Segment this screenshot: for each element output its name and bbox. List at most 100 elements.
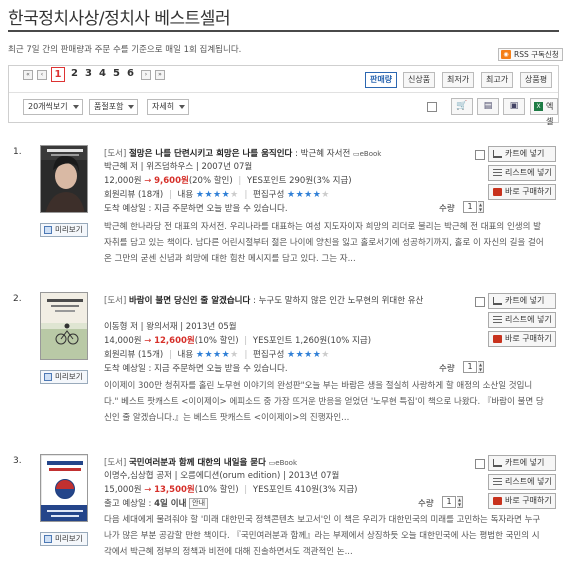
discount-rate: (20% 할인) (188, 176, 233, 186)
first-page-button[interactable]: « (23, 70, 33, 80)
list-icon (493, 478, 502, 486)
content-rating-label: 내용 (177, 350, 194, 360)
add-to-list-button[interactable]: 리스트에 넣기 (488, 165, 556, 181)
stock-filter-select[interactable]: 품절포함 (89, 99, 139, 115)
cart-icon (493, 150, 502, 158)
ebook-icon: ▭ (352, 150, 360, 158)
sort-tab-highest-price[interactable]: 최고가 (481, 72, 514, 88)
book-title-link[interactable]: 바람이 불면 당신인 줄 알겠습니다 (129, 296, 250, 306)
sale-price: 9,600원 (154, 176, 189, 186)
title-divider (8, 30, 559, 32)
chevron-down-icon (179, 105, 186, 109)
page-4-link[interactable]: 4 (99, 68, 106, 79)
ebook-label: eBook (359, 150, 382, 158)
book-rank: 1. (13, 147, 22, 157)
list-label: 리스트에 넣기 (505, 168, 552, 177)
ebook-label: eBook (275, 459, 298, 467)
quantity-input[interactable]: 1 (463, 201, 477, 213)
view-count-select[interactable]: 20개씩보기 (23, 99, 83, 115)
quantity-stepper[interactable]: ▲ ▼ (457, 496, 463, 508)
cart-icon: 🛒 (456, 101, 468, 111)
book-title-link[interactable]: 절망은 나를 단련시키고 희망은 나를 움직인다 (129, 149, 292, 159)
quantity-stepper[interactable]: ▲ ▼ (478, 201, 484, 213)
ebook-link[interactable]: ▭eBook (353, 150, 381, 158)
book-cover-image[interactable] (40, 145, 88, 213)
quantity-input[interactable]: 1 (463, 361, 477, 373)
delivery-guide-button[interactable]: 안내 (189, 498, 209, 509)
book-item: 3. 미리보기 [도서] 국민여러분과 함께 대한의 내일을 묻다 ▭eBook… (8, 452, 559, 563)
sort-tab-new[interactable]: 신상품 (403, 72, 436, 88)
book-description: 이이제이 300만 청취자를 홀린 노무현 이야기의 완성판"오늘 부는 바람은… (104, 381, 544, 423)
buy-now-button[interactable]: 바로 구매하기 (488, 493, 556, 509)
compose-rating-stars: ★★★★★ (287, 350, 330, 360)
book-description: 다음 세대에게 물려줘야 할 '미래 대한민국 정책콘텐츠 보고서'인 이 책은… (104, 515, 541, 557)
book-price-line: 12,000원 → 9,600원(20% 할인) | YES포인트 290원(3… (104, 176, 352, 186)
arrow-right-icon: → (144, 176, 152, 186)
delivery-days: 4일 이내 (154, 499, 187, 509)
preview-button[interactable]: 미리보기 (40, 223, 88, 237)
rss-icon: ◉ (501, 50, 511, 59)
sort-tab-sales[interactable]: 판매량 (365, 72, 398, 88)
review-count-link[interactable]: 회원리뷰 (18개) (104, 190, 163, 200)
book-title-line: [도서] 바람이 불면 당신인 줄 알겠습니다 : 누구도 말하지 않은 인간 … (104, 294, 423, 306)
buy-now-button[interactable]: 바로 구매하기 (488, 331, 556, 347)
add-to-list-button[interactable]: 리스트에 넣기 (488, 312, 556, 328)
page-1-link[interactable]: 1 (51, 67, 65, 82)
preview-icon (44, 373, 52, 381)
detail-view-select[interactable]: 자세히 (147, 99, 190, 115)
book-select-checkbox[interactable] (475, 459, 485, 469)
page-6-link[interactable]: 6 (127, 68, 134, 79)
compose-rating-label: 편집구성 (253, 350, 285, 360)
delivery-info: 출고 예상일 : 4일 이내 안내 (104, 497, 209, 509)
page-2-link[interactable]: 2 (71, 68, 78, 79)
buy-selected-button[interactable]: ▣ (503, 98, 525, 115)
excel-download-button[interactable]: X 엑셀 (530, 98, 559, 126)
add-selected-to-list-button[interactable]: ▤ (477, 98, 499, 115)
book-cover-image[interactable] (40, 454, 88, 522)
book-rating-line: 회원리뷰 (18개) | 내용 ★★★★★ | 편집구성 ★★★★★ (104, 190, 330, 200)
detail-view-value: 자세히 (152, 102, 175, 111)
rss-label: RSS 구독신청 (514, 50, 559, 59)
book-title-line: [도서] 국민여러분과 함께 대한의 내일을 묻다 ▭eBook (104, 456, 297, 468)
sort-tab-lowest-price[interactable]: 최저가 (442, 72, 475, 88)
book-item: 2. 미리보기 [도서] 바람이 불면 당신인 줄 알겠습니다 : 누구도 말하… (8, 290, 559, 425)
add-selected-to-cart-button[interactable]: 🛒 (451, 98, 473, 115)
yes-points: YES포인트 290원(3% 지급) (246, 176, 352, 186)
select-all-checkbox[interactable] (427, 102, 437, 112)
preview-button[interactable]: 미리보기 (40, 370, 88, 384)
quantity-stepper[interactable]: ▲ ▼ (478, 361, 484, 373)
quantity-label: 수량 (439, 364, 455, 374)
add-to-cart-button[interactable]: 카트에 넣기 (488, 293, 556, 309)
rss-subscribe-button[interactable]: ◉ RSS 구독신청 (498, 48, 563, 61)
chevron-down-icon (72, 105, 79, 109)
original-price: 15,000원 (104, 485, 142, 495)
quantity-input[interactable]: 1 (442, 496, 456, 508)
sale-price: 13,500원 (154, 485, 195, 495)
add-to-list-button[interactable]: 리스트에 넣기 (488, 474, 556, 490)
original-price: 14,000원 (104, 336, 142, 346)
page-3-link[interactable]: 3 (85, 68, 92, 79)
book-rank: 3. (13, 456, 22, 466)
add-to-cart-button[interactable]: 카트에 넣기 (488, 455, 556, 471)
ebook-link[interactable]: ▭eBook (269, 459, 297, 467)
next-page-button[interactable]: › (141, 70, 151, 80)
book-title-link[interactable]: 국민여러분과 함께 대한의 내일을 묻다 (129, 458, 266, 468)
prev-page-button[interactable]: ‹ (37, 70, 47, 80)
book-category: [도서] (104, 296, 127, 306)
yes-points: YES포인트 410원(3% 지급) (252, 485, 358, 495)
preview-button[interactable]: 미리보기 (40, 532, 88, 546)
buy-now-button[interactable]: 바로 구매하기 (488, 184, 556, 200)
buy-icon (493, 188, 502, 196)
list-icon: ▤ (483, 101, 493, 111)
book-subtitle: : 박근혜 자서전 (295, 149, 351, 159)
excel-label: 엑셀 (546, 102, 554, 126)
list-icon (493, 169, 502, 177)
review-count-link[interactable]: 회원리뷰 (15개) (104, 350, 163, 360)
last-page-button[interactable]: » (155, 70, 165, 80)
book-select-checkbox[interactable] (475, 150, 485, 160)
book-select-checkbox[interactable] (475, 297, 485, 307)
sort-tab-reviews[interactable]: 상품평 (520, 72, 553, 88)
add-to-cart-button[interactable]: 카트에 넣기 (488, 146, 556, 162)
book-cover-image[interactable] (40, 292, 88, 360)
page-5-link[interactable]: 5 (113, 68, 120, 79)
